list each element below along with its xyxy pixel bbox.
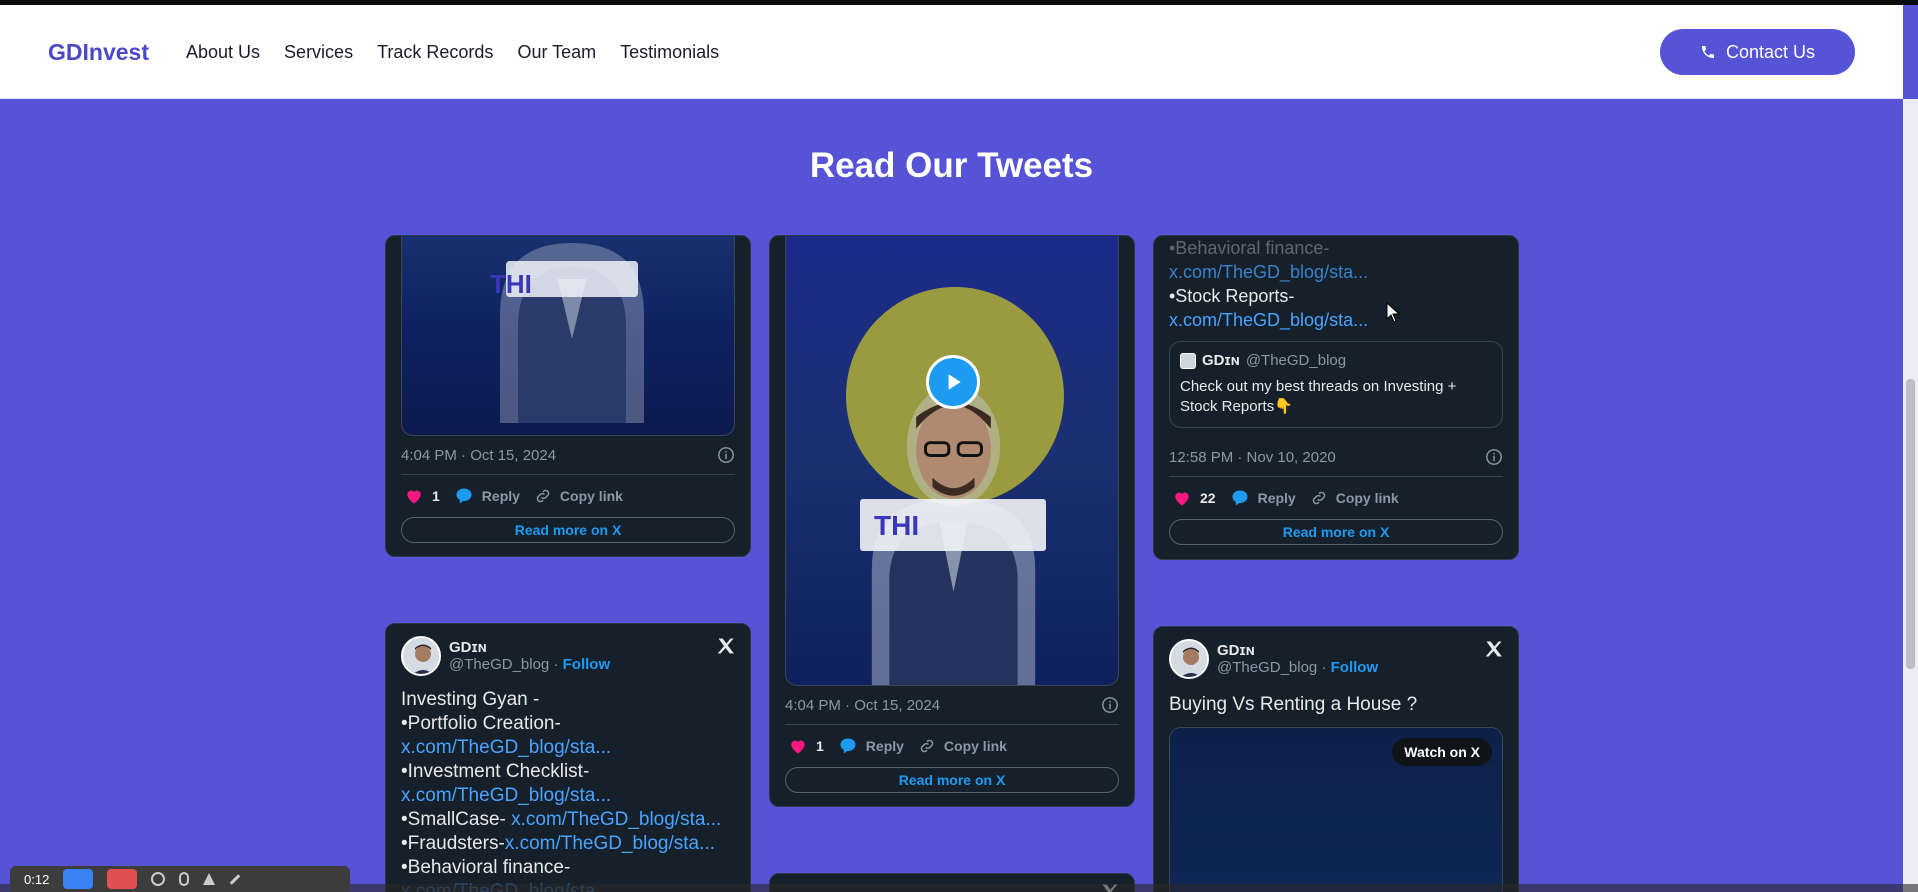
quote-avatar [1180,352,1196,369]
stop-button[interactable] [107,869,138,889]
copy-link-action[interactable]: Copy link [534,487,623,505]
mouse-cursor-icon [1386,302,1401,323]
tweet-5-text: Buying Vs Renting a House ? [1169,694,1418,715]
follow-link[interactable]: Follow [563,656,611,673]
reply-action[interactable]: Reply [1230,488,1296,508]
tweet-3-text: •Behavioral finance- x.com/TheGD_blog/st… [1169,238,1369,330]
quote-text: Check out my best threads on Investing +… [1180,378,1457,415]
tweet-media-1-text: THI [490,269,532,299]
pause-button[interactable] [63,869,94,889]
scrollbar-thumb[interactable] [1906,379,1915,669]
pointer-icon[interactable] [203,873,216,885]
avatar[interactable] [1169,639,1209,679]
tweet-link[interactable]: x.com/TheGD_blog/sta... [1169,262,1368,282]
heart-icon [1175,492,1189,506]
like-action[interactable]: 22 [1172,488,1216,508]
avatar-portrait [403,638,439,674]
watch-on-x-button[interactable]: Watch on X [1392,738,1492,766]
tweet-card-5: GDɪɴ @TheGD_blog · Follow Buying Vs Rent… [1153,626,1519,892]
x-logo-icon[interactable] [1484,639,1504,659]
contact-us-button[interactable]: Contact Us [1660,29,1855,75]
phone-icon [1701,46,1714,58]
tweet-1-timestamp[interactable]: 4:04 PM · Oct 15, 2024 [401,447,556,464]
heart-icon [791,740,805,754]
tweet-card-1: THI 4:04 PM · Oct 15, 2024 1 Reply Copy … [385,235,751,557]
tweet-link[interactable]: x.com/TheGD_blog/sta... [1169,310,1368,330]
follow-link[interactable]: Follow [1331,659,1379,676]
page-scrollbar[interactable] [1903,99,1918,892]
tweet-1-meta: 4:04 PM · Oct 15, 2024 [401,446,735,464]
tweet-3-timestamp[interactable]: 12:58 PM · Nov 10, 2020 [1169,449,1336,466]
link-icon [536,489,550,503]
tweet-2-actions: 1 Reply Copy link [788,736,1007,756]
pen-icon[interactable] [230,873,241,885]
webcam-icon[interactable] [151,872,166,886]
tweet-3-meta: 12:58 PM · Nov 10, 2020 [1169,448,1503,466]
reply-bubble-icon [840,738,856,754]
tweet-5-author: GDɪɴ @TheGD_blog · Follow [1169,639,1378,679]
avatar-portrait [1171,641,1207,677]
tweet-video-2[interactable]: THI [785,236,1119,686]
main-nav: About Us Services Track Records Our Team… [186,42,719,63]
like-count: 1 [816,738,824,754]
reply-bubble-icon [456,488,472,504]
tweet-media-1[interactable]: THI [401,236,735,436]
section-title: Read Our Tweets [809,146,1094,185]
contact-us-label: Contact Us [1725,41,1816,62]
site-header: GDInvest About Us Services Track Records… [0,5,1903,99]
like-count: 1 [432,488,440,504]
nav-track-records[interactable]: Track Records [377,42,493,63]
tweet-link[interactable]: x.com/TheGD_blog/sta... [505,833,715,854]
play-icon [948,374,961,390]
screen-recorder-toolbar: 0:12 [10,866,350,892]
like-action[interactable]: 1 [404,486,440,506]
recording-time: 0:12 [24,871,50,887]
tweet-card-4: GDɪɴ @TheGD_blog · Follow Investing Gyan… [385,623,751,892]
link-icon [920,739,934,753]
video-caption-text: THI [874,510,920,541]
heart-icon [407,490,421,504]
like-action[interactable]: 1 [788,736,824,756]
link-icon [1312,491,1325,505]
info-icon[interactable] [717,446,735,464]
tweet-3-read-more-button[interactable]: Read more on X [1169,519,1503,545]
nav-about-us[interactable]: About Us [186,42,260,63]
tweet-1-actions: 1 Reply Copy link [404,486,623,506]
tweet-link[interactable]: x.com/TheGD_blog/sta... [401,737,611,758]
tweet-3-actions: 22 Reply Copy link [1172,488,1399,508]
info-icon[interactable] [1101,696,1119,714]
avatar[interactable] [401,636,441,676]
copy-link-action[interactable]: Copy link [1310,489,1399,507]
nav-our-team[interactable]: Our Team [517,42,596,63]
reply-action[interactable]: Reply [454,486,520,506]
play-button[interactable] [926,355,980,409]
person-figure [500,243,644,423]
tweet-card-3: •Behavioral finance- x.com/TheGD_blog/st… [1153,235,1519,560]
nav-services[interactable]: Services [284,42,353,63]
like-count: 22 [1200,490,1216,506]
tweet-4-text: Investing Gyan - •Portfolio Creation- x.… [401,688,721,892]
tweet-4-author: GDɪɴ @TheGD_blog · Follow [401,636,610,676]
tweet-2-timestamp[interactable]: 4:04 PM · Oct 15, 2024 [785,697,940,714]
tweet-link[interactable]: x.com/TheGD_blog/sta... [511,809,721,830]
tweet-card-2: THI 4:04 PM · Oct 15, 2024 1 Reply Copy … [769,235,1135,807]
reply-action[interactable]: Reply [838,736,904,756]
tweet-2-read-more-button[interactable]: Read more on X [785,767,1119,793]
nav-testimonials[interactable]: Testimonials [620,42,719,63]
tweet-video-5[interactable]: Watch on X [1169,727,1503,892]
site-logo[interactable]: GDInvest [48,39,149,66]
info-icon[interactable] [1485,448,1503,466]
tweet-2-meta: 4:04 PM · Oct 15, 2024 [785,696,1119,714]
reply-bubble-icon [1232,490,1248,506]
quoted-tweet[interactable]: GDɪɴ @TheGD_blog Check out my best threa… [1169,341,1503,428]
x-logo-icon[interactable] [716,636,736,656]
copy-link-action[interactable]: Copy link [918,737,1007,755]
mic-icon[interactable] [179,872,190,886]
tweet-1-read-more-button[interactable]: Read more on X [401,517,735,543]
tweet-link[interactable]: x.com/TheGD_blog/sta... [401,785,611,806]
